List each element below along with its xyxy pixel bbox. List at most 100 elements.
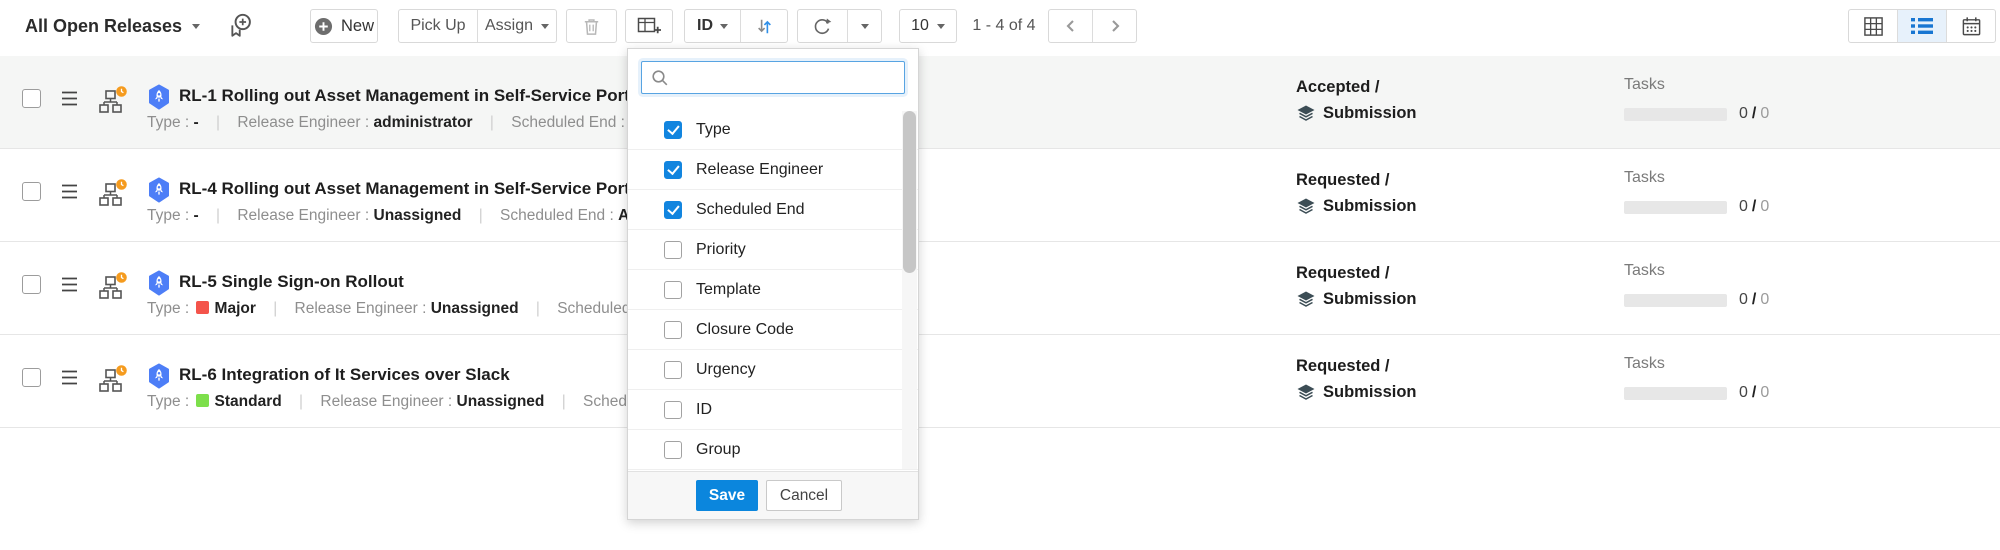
release-list: RL-1 Rolling out Asset Management in Sel… <box>0 56 2000 428</box>
next-page-button[interactable] <box>1092 10 1136 42</box>
hierarchy-icon[interactable] <box>97 364 129 394</box>
status-stage-row: Submission <box>1296 290 1417 309</box>
release-title[interactable]: RL-5 Single Sign-on Rollout <box>179 272 404 292</box>
column-chooser-footer: Save Cancel <box>628 471 918 519</box>
stage-layers-icon <box>1296 290 1316 309</box>
tasks-progress-bar <box>1624 294 1727 307</box>
type-color-swatch <box>196 394 209 407</box>
checkbox-icon[interactable] <box>664 161 682 179</box>
checkbox-icon[interactable] <box>664 361 682 379</box>
drag-handle-icon[interactable] <box>60 183 79 200</box>
previous-page-button[interactable] <box>1049 10 1092 42</box>
column-chooser-button[interactable] <box>625 9 673 43</box>
engineer-label: Release Engineer <box>237 114 360 131</box>
row-checkbox[interactable] <box>22 275 41 294</box>
hierarchy-icon[interactable] <box>97 178 129 208</box>
checkbox-icon[interactable] <box>664 441 682 459</box>
engineer-value: Unassigned <box>457 393 545 410</box>
stage-layers-icon <box>1296 383 1316 402</box>
release-row[interactable]: RL-1 Rolling out Asset Management in Sel… <box>0 56 2000 149</box>
column-option-priority[interactable]: Priority <box>628 230 918 270</box>
engineer-value: Unassigned <box>431 300 519 317</box>
sort-group: ID <box>684 9 788 43</box>
pick-up-button[interactable]: Pick Up <box>399 10 477 42</box>
drag-handle-icon[interactable] <box>60 369 79 386</box>
sort-field-button[interactable]: ID <box>685 10 740 42</box>
calendar-view-button[interactable] <box>1946 10 1995 42</box>
refresh-options-button[interactable] <box>847 10 881 42</box>
sort-field-label: ID <box>697 17 713 35</box>
checkbox-icon[interactable] <box>664 121 682 139</box>
release-row[interactable]: RL-4 Rolling out Asset Management in Sel… <box>0 149 2000 242</box>
stage-layers-icon <box>1296 197 1316 216</box>
page-info: 1 - 4 of 4 <box>966 9 1042 43</box>
status-primary: Accepted / <box>1296 78 1379 97</box>
status-stage: Submission <box>1323 383 1417 402</box>
release-badge-icon <box>147 363 171 389</box>
release-title[interactable]: RL-1 Rolling out Asset Management in Sel… <box>179 86 644 106</box>
column-search-input[interactable] <box>676 68 904 87</box>
pickup-assign-group: Pick Up Assign <box>398 9 557 43</box>
column-option-urgency[interactable]: Urgency <box>628 350 918 390</box>
sort-arrows-icon <box>753 15 776 38</box>
column-option-closure-code[interactable]: Closure Code <box>628 310 918 350</box>
engineer-value: administrator <box>374 114 473 131</box>
row-checkbox[interactable] <box>22 182 41 201</box>
chevron-down-icon <box>720 24 728 29</box>
tasks-label: Tasks <box>1624 76 1665 94</box>
column-option-scheduled-end[interactable]: Scheduled End <box>628 190 918 230</box>
table-add-column-icon <box>636 15 662 37</box>
save-button[interactable]: Save <box>696 480 758 511</box>
release-details: Type : - | Release Engineer : Unassigned… <box>147 207 669 225</box>
tasks-label: Tasks <box>1624 169 1665 187</box>
new-button-label: New <box>341 17 374 36</box>
new-button[interactable]: New <box>310 9 378 43</box>
checkbox-icon[interactable] <box>664 241 682 259</box>
column-option-id[interactable]: ID <box>628 390 918 430</box>
status-stage: Submission <box>1323 197 1417 216</box>
sort-direction-button[interactable] <box>740 10 787 42</box>
release-title[interactable]: RL-6 Integration of It Services over Sla… <box>179 365 510 385</box>
chevron-down-icon <box>541 24 549 29</box>
type-label: Type <box>147 114 181 131</box>
assign-button[interactable]: Assign <box>477 10 556 42</box>
column-option-type[interactable]: Type <box>628 110 918 150</box>
release-row[interactable]: RL-5 Single Sign-on Rollout Type : Major… <box>0 242 2000 335</box>
delete-button[interactable] <box>566 9 617 43</box>
type-value: - <box>194 114 199 131</box>
plus-circle-icon <box>314 17 333 36</box>
checkbox-icon[interactable] <box>664 281 682 299</box>
tasks-progress-bar <box>1624 108 1727 121</box>
chevron-down-icon <box>192 24 200 29</box>
column-option-template[interactable]: Template <box>628 270 918 310</box>
view-selector[interactable]: All Open Releases <box>25 9 200 43</box>
release-title[interactable]: RL-4 Rolling out Asset Management in Sel… <box>179 179 644 199</box>
list-view-icon <box>1910 16 1934 36</box>
release-badge-icon <box>147 84 171 110</box>
hierarchy-icon[interactable] <box>97 271 129 301</box>
grid-view-button[interactable] <box>1849 10 1897 42</box>
column-option-release-engineer[interactable]: Release Engineer <box>628 150 918 190</box>
checkbox-icon[interactable] <box>664 401 682 419</box>
drag-handle-icon[interactable] <box>60 90 79 107</box>
column-option-group[interactable]: Group <box>628 430 918 470</box>
view-search-button[interactable] <box>226 9 256 43</box>
refresh-button[interactable] <box>798 10 847 42</box>
view-toggle-group <box>1848 9 1996 43</box>
toolbar: All Open Releases New Pick Up Assign <box>0 0 2000 57</box>
cancel-button[interactable]: Cancel <box>766 480 842 511</box>
drag-handle-icon[interactable] <box>60 276 79 293</box>
hierarchy-icon[interactable] <box>97 85 129 115</box>
row-checkbox[interactable] <box>22 89 41 108</box>
status-primary: Requested / <box>1296 264 1390 283</box>
checkbox-icon[interactable] <box>664 321 682 339</box>
status-stage-row: Submission <box>1296 104 1417 123</box>
checkbox-icon[interactable] <box>664 201 682 219</box>
page-size-selector[interactable]: 10 <box>899 9 957 43</box>
release-row[interactable]: RL-6 Integration of It Services over Sla… <box>0 335 2000 428</box>
column-search-box[interactable] <box>641 61 905 94</box>
scrollbar-thumb[interactable] <box>903 111 916 273</box>
list-view-button[interactable] <box>1897 10 1946 42</box>
dropdown-scrollbar[interactable] <box>902 111 917 469</box>
row-checkbox[interactable] <box>22 368 41 387</box>
